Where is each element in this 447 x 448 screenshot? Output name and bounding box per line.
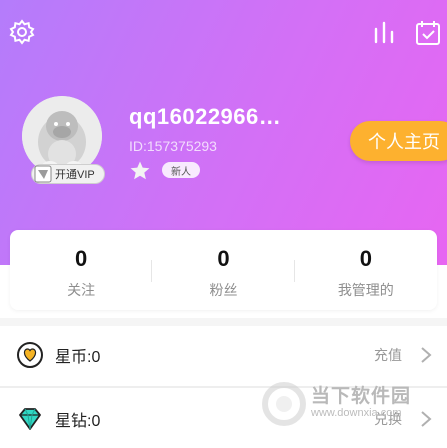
managed-label: 我管理的 [337,282,394,298]
chevron-right-icon [421,347,432,363]
star-coin-label: 星币:0 [55,349,101,366]
star-diamond-label: 星钻:0 [55,413,101,430]
watermark-text: 当下软件园 [311,386,412,407]
teal-diamond-icon [19,408,41,430]
gear-icon[interactable] [8,18,36,46]
following-count: 0 [75,246,88,271]
user-id: ID:157375293 [129,138,217,154]
bar-chart-icon[interactable] [371,20,397,46]
watermark-url: www.downxia.com [311,407,402,419]
fans-label: 粉丝 [209,282,238,298]
stats-card: 0 关注 0 粉丝 0 我管理的 [10,230,437,310]
username: qq16022966… [129,104,282,129]
fans-stat[interactable]: 0 粉丝 [152,230,295,310]
personal-homepage-button[interactable]: 个人主页 [350,121,447,161]
star-level-icon [130,161,150,180]
vip-flag-icon [34,165,52,183]
managed-count: 0 [359,246,372,271]
calendar-check-icon[interactable] [414,19,442,47]
following-label: 关注 [67,282,96,298]
newbie-badge: 新人 [162,162,200,178]
section-gap [0,318,447,326]
managed-stat[interactable]: 0 我管理的 [295,230,437,310]
vip-label: 开通VIP [55,169,95,181]
recharge-link[interactable]: 充值 [374,345,402,365]
open-vip-badge[interactable]: 开通VIP [31,164,105,184]
gold-heart-coin-icon [17,342,43,368]
fans-count: 0 [217,246,230,271]
following-stat[interactable]: 0 关注 [10,230,153,310]
